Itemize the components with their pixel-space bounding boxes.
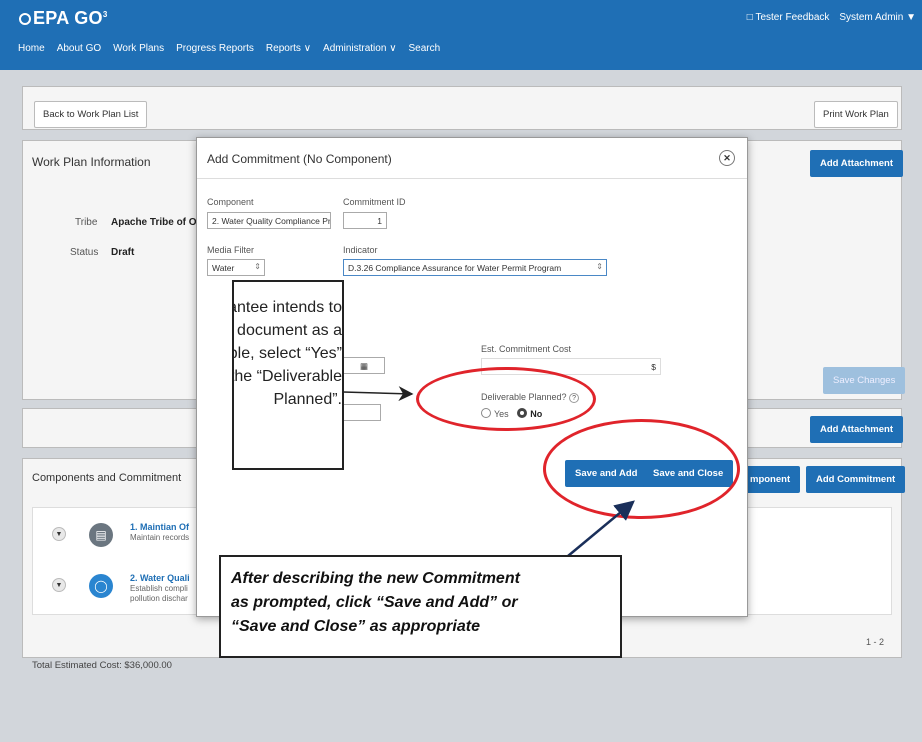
modal-divider [197,178,747,179]
toolbar-panel [22,86,902,130]
status-label: Status [70,247,99,258]
nav-progress-reports[interactable]: Progress Reports [176,43,254,54]
add-attachment-button-2[interactable]: Add Attachment [810,416,904,443]
tribe-label: Tribe [75,217,98,228]
back-to-work-plan-list-button[interactable]: Back to Work Plan List [34,101,148,128]
chevron-down-icon: ∨ [389,43,397,54]
save-changes-button[interactable]: Save Changes [823,367,906,394]
nav-work-plans[interactable]: Work Plans [113,43,164,54]
nav-administration[interactable]: Administration ∨ [323,43,396,54]
updown-icon: ⇕ [596,262,603,271]
total-estimated-cost: Total Estimated Cost: $36,000.00 [32,660,172,671]
add-component-button[interactable]: mponent [740,466,801,493]
epa-seal-icon [19,13,31,25]
work-plan-info-heading: Work Plan Information [32,155,151,169]
app-header: EPA GO3 □ Tester Feedback System Admin ▼… [0,0,922,70]
epa-go-logo[interactable]: EPA GO3 [19,8,108,29]
caret-down-icon: ▼ [906,12,916,23]
nav-about-go[interactable]: About GO [57,43,101,54]
nav-search[interactable]: Search [409,43,441,54]
component-1-desc: Maintain records [130,533,190,542]
callout-grantee-deliverable: If a Grantee intends to submit a documen… [232,280,344,470]
component-label: Component [207,197,254,207]
updown-icon: ⇕ [254,262,261,271]
deliverable-highlight-ellipse [416,367,596,431]
modal-title: Add Commitment (No Component) [207,152,392,166]
component-1-title[interactable]: 1. Maintian Of [130,522,189,532]
indicator-select[interactable]: D.3.26 Compliance Assurance for Water Pe… [343,259,607,276]
water-drop-icon: ◯ [89,574,113,598]
tester-feedback-link[interactable]: □ Tester Feedback [747,12,830,23]
date-picker-button[interactable]: ▦ [343,357,385,374]
component-2-desc-2: pollution dischar [130,594,188,603]
add-attachment-button[interactable]: Add Attachment [810,150,904,177]
components-heading: Components and Commitment [32,472,182,484]
indicator-label: Indicator [343,245,378,255]
callout-save-instructions: After describing the new Commitment as p… [219,555,622,658]
close-icon[interactable]: ✕ [719,150,735,166]
add-commitment-button[interactable]: Add Commitment [806,466,906,493]
pager-text: 1 - 2 [866,637,885,647]
nav-home[interactable]: Home [18,43,45,54]
speech-bubble-icon: □ [746,12,753,23]
status-value: Draft [111,247,135,258]
print-work-plan-button[interactable]: Print Work Plan [814,101,898,128]
component-select[interactable]: 2. Water Quality Compliance Pr [207,212,331,229]
component-2-title[interactable]: 2. Water Quali [130,573,190,583]
document-icon: ▤ [89,523,113,547]
media-filter-label: Media Filter [207,245,255,255]
media-filter-select[interactable]: Water ⇕ [207,259,265,276]
nav-reports[interactable]: Reports ∨ [266,43,311,54]
tribe-value: Apache Tribe of Okl [111,217,205,228]
expand-chevron-icon[interactable]: ▼ [52,578,66,592]
component-2-desc: Establish compli [130,584,188,593]
commitment-id-input[interactable]: 1 [343,212,387,229]
calendar-icon: ▦ [359,361,369,371]
user-menu[interactable]: System Admin ▼ [839,12,916,23]
est-cost-label: Est. Commitment Cost [481,344,572,354]
hidden-input[interactable] [343,404,381,421]
chevron-down-icon: ∨ [303,43,312,54]
save-buttons-highlight-ellipse [543,419,740,519]
expand-chevron-icon[interactable]: ▼ [52,527,66,541]
commitment-id-label: Commitment ID [343,197,406,207]
main-nav: Home About GO Work Plans Progress Report… [18,43,440,54]
